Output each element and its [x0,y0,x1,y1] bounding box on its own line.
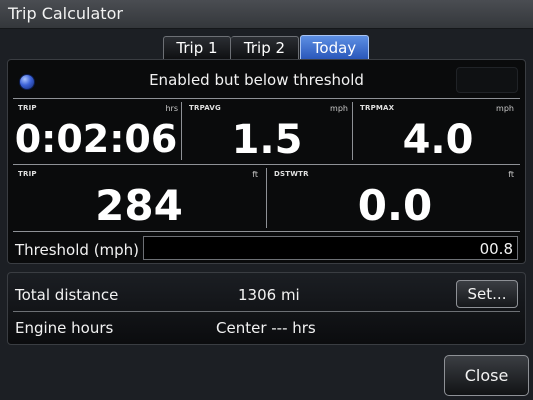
gauge-label: DSTWTR [274,170,309,178]
engine-hours-label: Engine hours [15,319,114,337]
title-bar: Trip Calculator [0,0,533,29]
divider [13,311,520,312]
engine-hours-value: Center --- hrs [216,319,316,337]
status-text: Enabled but below threshold [149,71,364,89]
gauge-label: TRPMAX [360,104,395,112]
divider [181,102,182,160]
divider [13,231,520,232]
gauge-unit: mph [330,104,348,113]
gauge-value: 0:02:06 [14,117,178,161]
tab-today[interactable]: Today [300,35,369,60]
divider [13,164,520,165]
gauge-unit: hrs [165,104,178,113]
divider [13,98,520,99]
window-title: Trip Calculator [8,4,123,23]
total-distance-value: 1306 mi [238,286,300,304]
gauge-value: 1.5 [231,117,303,163]
trip-tabs: Trip 1 Trip 2 Today [163,35,369,60]
gauge-unit: ft [508,170,514,179]
gauge-label: TRIP [18,104,37,112]
threshold-input[interactable]: 00.8 [143,236,518,260]
close-button[interactable]: Close [444,355,529,396]
threshold-value: 00.8 [479,240,513,258]
threshold-label: Threshold (mph) [15,241,140,259]
gauge-unit: mph [496,104,514,113]
divider [266,168,267,228]
totals-panel: Total distance 1306 mi Set... Engine hou… [7,272,526,345]
gauge-value: 0.0 [357,181,433,230]
trip-data-panel: Enabled but below threshold TRIP hrs 0:0… [7,59,526,264]
gauge-unit: ft [252,170,258,179]
total-distance-label: Total distance [15,286,119,304]
tab-trip-1[interactable]: Trip 1 [163,36,231,59]
divider [352,102,353,160]
gauge-label: TRPAVG [189,104,221,112]
gauge-value: 284 [95,181,183,230]
tab-trip-2[interactable]: Trip 2 [231,36,299,59]
gauge-value: 4.0 [402,117,474,163]
reset-button[interactable] [456,67,518,93]
set-button[interactable]: Set... [456,280,518,308]
gauge-label: TRIP [18,170,37,178]
